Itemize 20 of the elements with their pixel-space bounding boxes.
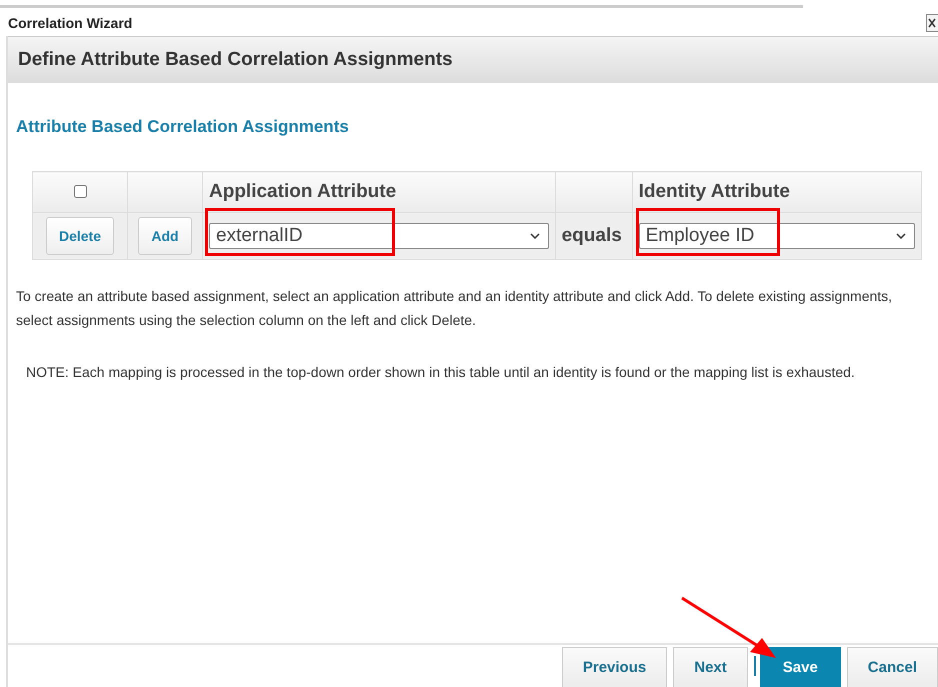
- identity-attribute-dropdown[interactable]: Employee ID: [638, 223, 915, 249]
- footer-button[interactable]: Previous: [562, 647, 668, 687]
- footer-button[interactable]: Cancel: [846, 647, 938, 687]
- column-header: Identity Attribute: [632, 172, 922, 212]
- column-header: Application Attribute: [202, 172, 556, 212]
- window-title: Correlation Wizard: [8, 15, 132, 31]
- header-title: Define Attribute Based Correlation Assignments: [18, 49, 453, 71]
- section-title: Attribute Based Correlation Assignments: [16, 117, 350, 137]
- chevron-down-icon: [530, 233, 540, 239]
- note-text: NOTE: Each mapping is processed in the top-down order shown in this table until an identity is found or the mapping list is exhausted.: [26, 363, 856, 382]
- chevron-down-icon: [896, 233, 906, 239]
- operator-label: equals: [562, 225, 622, 246]
- delete-button[interactable]: Delete: [46, 217, 114, 255]
- footer-button[interactable]: Save: [760, 647, 841, 687]
- application-attribute-dropdown[interactable]: externalID: [209, 223, 549, 249]
- help-text: To create an attribute based assignment, select an application attribute and an identity attribute and click Add. To delete existing assignments, select assignments using the selection column on the left and click Delete.: [16, 287, 894, 330]
- close-icon[interactable]: [926, 14, 938, 32]
- footer-button[interactable]: Next: [673, 647, 748, 687]
- select-all-checkbox[interactable]: [74, 184, 87, 198]
- add-button[interactable]: Add: [138, 217, 192, 255]
